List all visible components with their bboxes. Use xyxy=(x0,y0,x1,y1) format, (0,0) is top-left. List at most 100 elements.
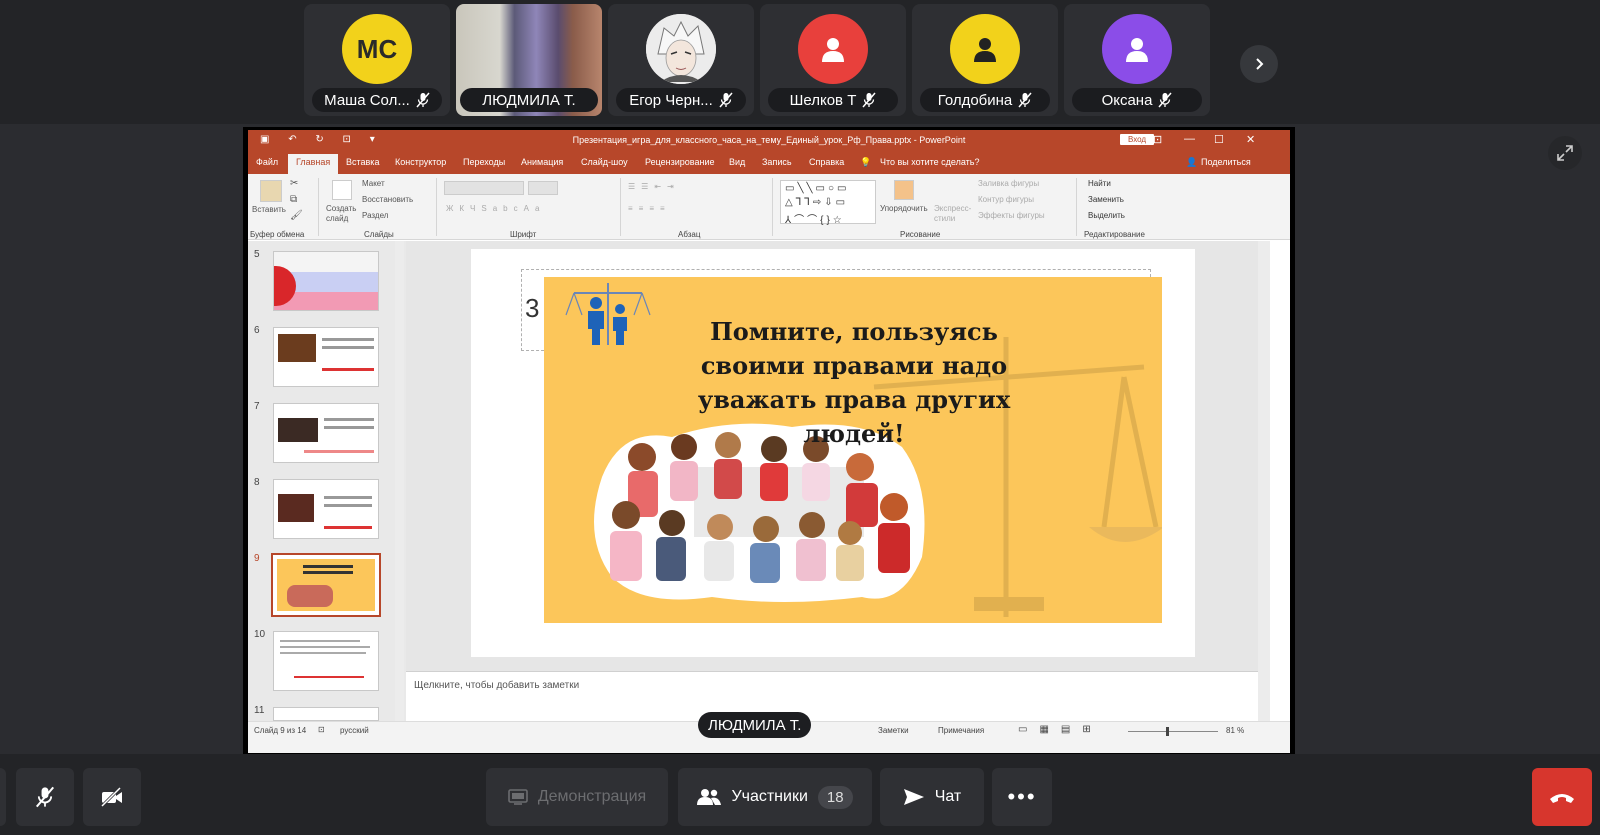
arrange-button[interactable]: Упорядочить xyxy=(880,204,928,213)
next-participants-button[interactable] xyxy=(1240,45,1278,83)
microphone-button[interactable] xyxy=(16,768,74,826)
view-buttons[interactable]: ▭▦▤⊞ xyxy=(1018,724,1103,735)
maximize-icon[interactable]: ☐ xyxy=(1214,133,1224,146)
notes-pane[interactable]: Щелкните, чтобы добавить заметки xyxy=(406,671,1258,721)
participant-tile[interactable]: Шелков Т xyxy=(760,4,906,116)
language-indicator[interactable]: русский xyxy=(340,726,369,735)
tab-insert[interactable]: Вставка xyxy=(346,157,379,167)
anime-avatar-icon xyxy=(646,14,716,84)
spellcheck-icon[interactable]: ⊡ xyxy=(318,725,325,734)
align-buttons[interactable]: ≡≡≡≡ xyxy=(628,204,671,213)
user-icon xyxy=(974,38,996,62)
slide-title-text[interactable]: Помните, пользуясь своими правами надо у… xyxy=(674,315,1034,451)
slide-thumbnail[interactable] xyxy=(273,479,379,539)
participant-name: Егор Черн... xyxy=(629,91,713,109)
font-size-select[interactable] xyxy=(528,181,558,195)
chat-button[interactable]: Чат xyxy=(880,768,984,826)
find-button[interactable]: Найти xyxy=(1088,179,1111,188)
quick-styles-button[interactable]: Экспресс-стили xyxy=(934,204,974,224)
shape-fill-button[interactable]: Заливка фигуры xyxy=(978,179,1039,188)
tab-design[interactable]: Конструктор xyxy=(395,157,446,167)
sign-in-button[interactable]: Вход xyxy=(1120,134,1155,145)
shape-outline-button[interactable]: Контур фигуры xyxy=(978,195,1034,204)
list-buttons[interactable]: ☰☰⇤⇥ xyxy=(628,182,680,191)
participant-tile-video[interactable]: ЛЮДМИЛА Т. xyxy=(456,4,602,116)
new-slide-button[interactable]: Создать слайд xyxy=(326,204,360,224)
slides-thumbnail-pane: 5 6 7 8 9 10 11 xyxy=(248,241,406,721)
format-painter-icon[interactable]: 🖌 xyxy=(290,210,303,221)
slide-thumbnail[interactable] xyxy=(273,327,379,387)
participant-name-tag: Шелков Т xyxy=(768,88,898,112)
tell-me-search[interactable]: Что вы хотите сделать? xyxy=(880,157,980,167)
slide-thumbnail[interactable] xyxy=(273,631,379,691)
participant-name: Маша Сол... xyxy=(324,91,410,109)
current-slide[interactable]: 3 Помните, пользуясь своими правами надо… xyxy=(471,249,1195,657)
tab-slideshow[interactable]: Слайд-шоу xyxy=(581,157,628,167)
mic-off-icon xyxy=(862,92,876,108)
screen-share-button[interactable]: Демонстрация xyxy=(486,768,668,826)
thumb-stripe xyxy=(274,252,378,272)
camera-off-icon xyxy=(100,787,122,807)
more-options-button[interactable]: ••• xyxy=(992,768,1052,826)
font-name-select[interactable] xyxy=(444,181,524,195)
minimize-icon[interactable]: — xyxy=(1184,133,1195,145)
slide-thumbnail[interactable] xyxy=(273,707,379,721)
reset-button[interactable]: Восстановить xyxy=(362,195,413,204)
toolbar-edge-button[interactable] xyxy=(0,768,6,826)
slide-thumbnail-selected[interactable] xyxy=(271,553,381,617)
slide-thumbnail[interactable] xyxy=(273,403,379,463)
user-icon xyxy=(822,38,844,62)
font-style-buttons[interactable]: ЖКЧSabcAa xyxy=(446,204,545,213)
share-button[interactable]: Поделиться xyxy=(1201,157,1251,167)
participant-name-tag: Оксана xyxy=(1072,88,1202,112)
mic-off-icon xyxy=(719,92,733,108)
close-icon[interactable]: ✕ xyxy=(1246,133,1255,146)
slides-group-label: Слайды xyxy=(364,230,394,239)
slide-thumbnail[interactable] xyxy=(273,251,379,311)
title-bar: ▣ ↶ ↻ ⊡ ▾ Презентация_игра_для_классного… xyxy=(248,130,1290,152)
camera-button[interactable] xyxy=(83,768,141,826)
copy-icon[interactable]: ⧉ xyxy=(290,194,297,205)
ribbon-separator xyxy=(318,178,319,236)
ribbon-display-icon[interactable]: ⊡ xyxy=(1153,133,1162,146)
section-button[interactable]: Раздел xyxy=(362,211,388,220)
powerpoint-window: ▣ ↶ ↻ ⊡ ▾ Презентация_игра_для_классного… xyxy=(248,130,1290,753)
slide-scrollbar[interactable] xyxy=(1258,241,1270,721)
tab-review[interactable]: Рецензирование xyxy=(645,157,715,167)
participant-tile[interactable]: Голдобина xyxy=(912,4,1058,116)
tab-transitions[interactable]: Переходы xyxy=(463,157,505,167)
thumbnail-scrollbar[interactable] xyxy=(395,241,404,721)
thumb-text-line xyxy=(303,571,353,574)
comments-toggle[interactable]: Примечания xyxy=(938,726,984,735)
avatar xyxy=(950,14,1020,84)
zoom-level[interactable]: 81 % xyxy=(1226,726,1244,735)
shape-effects-button[interactable]: Эффекты фигуры xyxy=(978,211,1045,220)
tab-help[interactable]: Справка xyxy=(809,157,844,167)
tab-record[interactable]: Запись xyxy=(762,157,792,167)
end-call-button[interactable] xyxy=(1532,768,1592,826)
notes-toggle[interactable]: Заметки xyxy=(878,726,909,735)
mic-off-icon xyxy=(1018,92,1032,108)
zoom-slider[interactable] xyxy=(1128,731,1218,732)
tab-animations[interactable]: Анимация xyxy=(521,157,563,167)
zoom-slider-thumb[interactable] xyxy=(1166,727,1169,736)
tab-home[interactable]: Главная xyxy=(288,154,339,174)
select-button[interactable]: Выделить xyxy=(1088,211,1125,220)
slide-editor: 3 Помните, пользуясь своими правами надо… xyxy=(406,241,1258,671)
participant-tile[interactable]: МС Маша Сол... xyxy=(304,4,450,116)
participants-button[interactable]: Участники 18 xyxy=(678,768,872,826)
participants-count-badge: 18 xyxy=(817,785,853,809)
thumb-image xyxy=(278,494,314,522)
more-icon: ••• xyxy=(1007,784,1037,809)
shapes-gallery[interactable]: ▭╲╲▭○▭ △⅂⅂⇨⇩▭ ⅄⌒⌒{}☆ xyxy=(780,180,876,226)
participant-tile[interactable]: Оксана xyxy=(1064,4,1210,116)
tab-file[interactable]: Файл xyxy=(256,157,278,167)
participant-tile[interactable]: Егор Черн... xyxy=(608,4,754,116)
paste-button[interactable]: Вставить xyxy=(252,205,286,214)
layout-button[interactable]: Макет xyxy=(362,179,385,188)
mic-off-icon xyxy=(35,786,55,808)
fullscreen-button[interactable] xyxy=(1548,136,1582,170)
tab-view[interactable]: Вид xyxy=(729,157,745,167)
cut-icon[interactable]: ✂ xyxy=(290,178,298,189)
replace-button[interactable]: Заменить xyxy=(1088,195,1124,204)
